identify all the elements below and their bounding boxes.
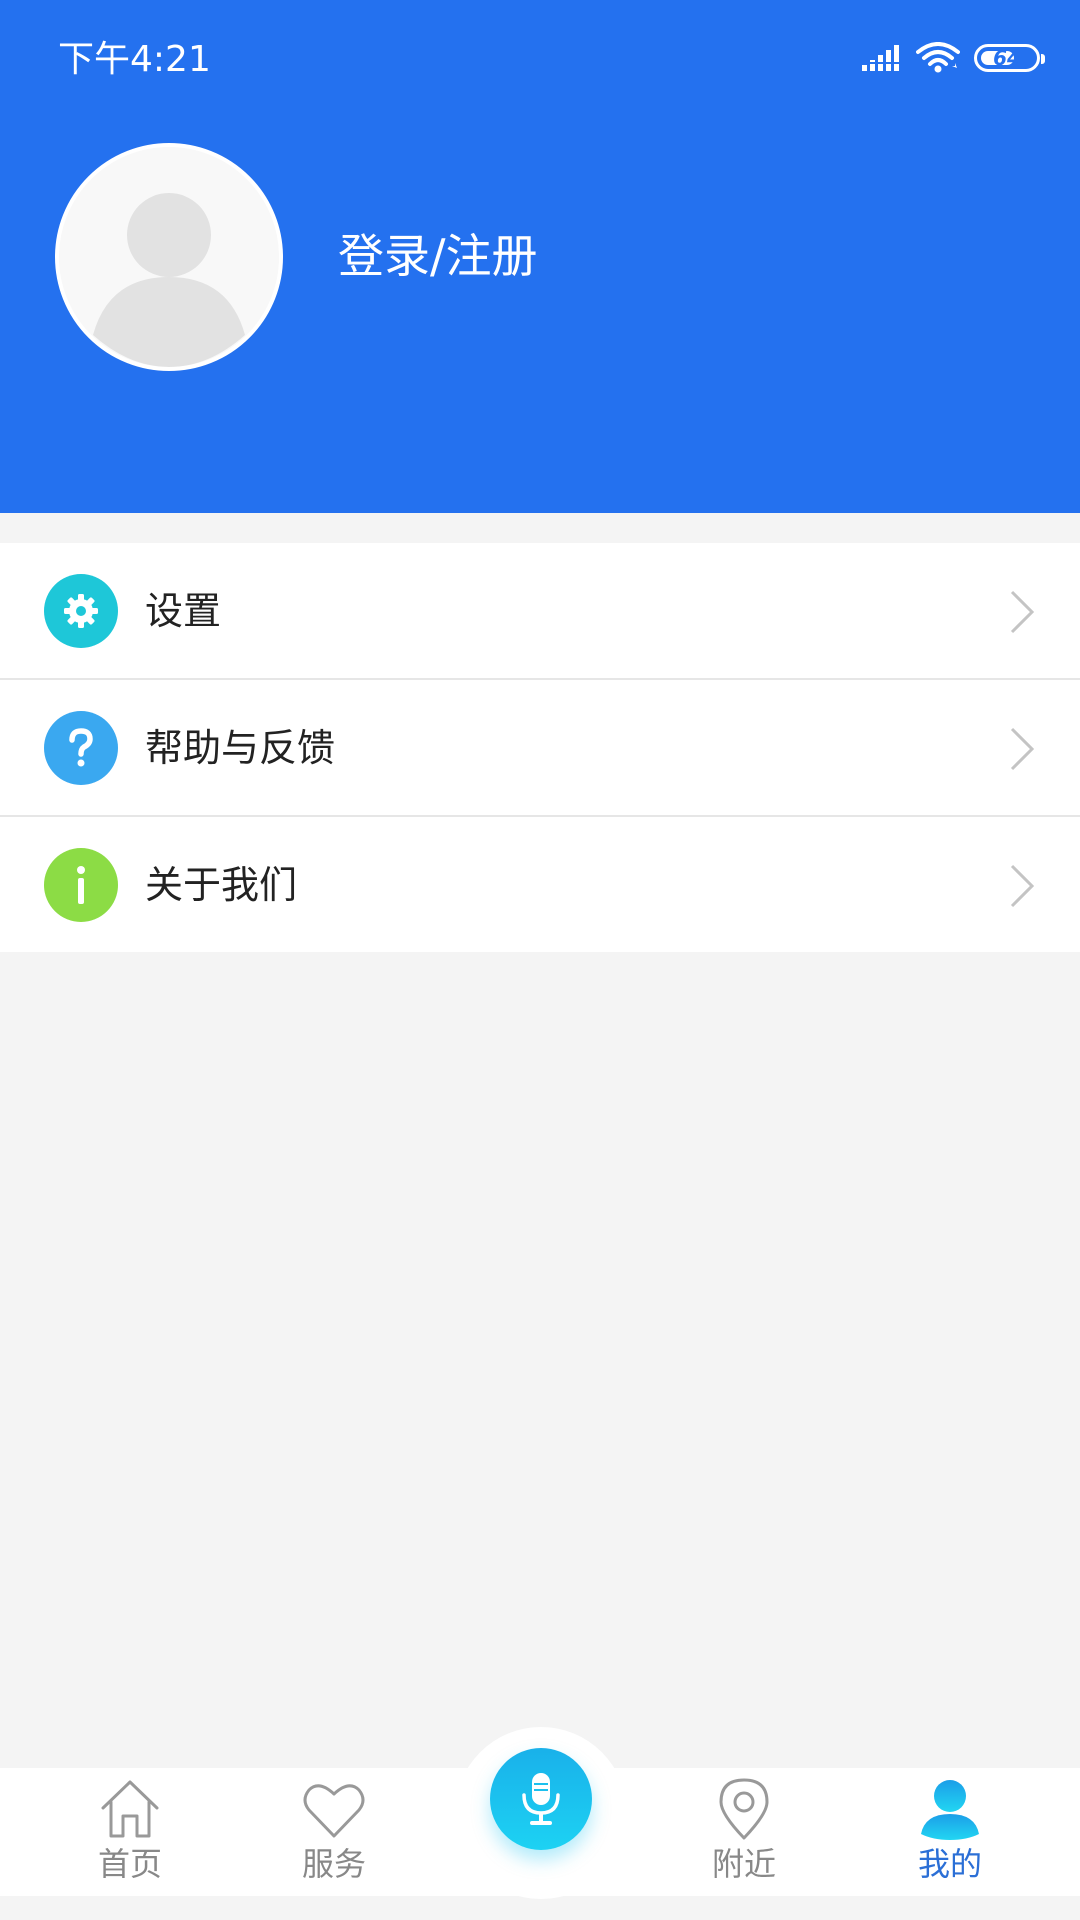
login-register-link[interactable]: 登录/注册 bbox=[338, 226, 538, 286]
menu-item-label: 关于我们 bbox=[145, 863, 298, 907]
menu-item-label: 设置 bbox=[145, 589, 222, 633]
voice-button[interactable] bbox=[490, 1748, 592, 1850]
tab-nearby[interactable]: 附近 bbox=[674, 1768, 814, 1896]
tab-label: 服务 bbox=[301, 1845, 366, 1883]
avatar[interactable] bbox=[55, 143, 283, 371]
status-icons: 64 bbox=[862, 38, 1045, 78]
tab-mine[interactable]: 我的 bbox=[880, 1768, 1020, 1896]
status-bar: 下午4:21 64 bbox=[0, 0, 1080, 120]
status-time: 下午4:21 bbox=[58, 39, 211, 80]
tab-label: 首页 bbox=[97, 1845, 162, 1883]
person-icon bbox=[921, 1780, 979, 1840]
tab-home[interactable]: 首页 bbox=[60, 1768, 200, 1896]
battery-icon: 64 bbox=[974, 44, 1045, 72]
gear-icon bbox=[44, 574, 118, 648]
info-icon bbox=[44, 848, 118, 922]
tab-services[interactable]: 服务 bbox=[264, 1768, 404, 1896]
signal-icon bbox=[862, 45, 899, 71]
battery-cap bbox=[1041, 54, 1045, 64]
microphone-icon bbox=[522, 1773, 560, 1825]
menu-item-about-us[interactable]: 关于我们 bbox=[0, 817, 1080, 952]
chevron-right-icon bbox=[1010, 727, 1035, 771]
home-icon bbox=[101, 1780, 159, 1838]
default-avatar-icon bbox=[59, 147, 279, 367]
settings-menu: 设置 帮助与反馈 关于我们 bbox=[0, 543, 1080, 952]
tab-label: 我的 bbox=[917, 1845, 982, 1883]
chevron-right-icon bbox=[1010, 590, 1035, 634]
menu-item-help-feedback[interactable]: 帮助与反馈 bbox=[0, 680, 1080, 817]
profile-header: 下午4:21 64 登录/注册 bbox=[0, 0, 1080, 513]
chevron-right-icon bbox=[1010, 864, 1035, 908]
menu-item-settings[interactable]: 设置 bbox=[0, 543, 1080, 680]
battery-level: 64 bbox=[993, 46, 1021, 70]
location-pin-icon bbox=[719, 1778, 769, 1840]
heart-icon bbox=[303, 1784, 365, 1838]
menu-item-label: 帮助与反馈 bbox=[145, 726, 336, 770]
wifi-icon bbox=[916, 42, 960, 73]
question-icon bbox=[44, 711, 118, 785]
tab-label: 附近 bbox=[711, 1845, 776, 1883]
